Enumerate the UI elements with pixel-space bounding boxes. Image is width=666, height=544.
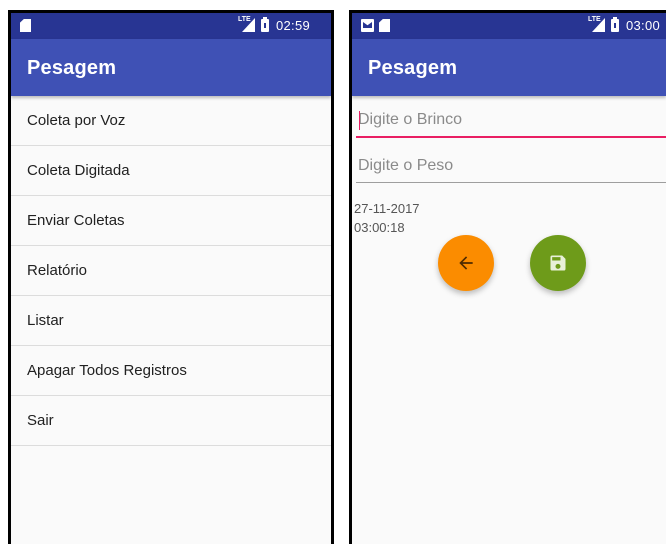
menu-item-coleta-por-voz[interactable]: Coleta por Voz [11, 96, 331, 146]
battery-icon [261, 17, 269, 32]
sd-card-icon [20, 19, 31, 32]
back-button[interactable] [438, 235, 494, 291]
menu-item-listar[interactable]: Listar [11, 296, 331, 346]
peso-field[interactable] [356, 152, 666, 183]
menu-item-label: Coleta por Voz [27, 112, 126, 129]
status-clock: 03:00 [626, 18, 661, 33]
menu-item-relatorio[interactable]: Relatório [11, 246, 331, 296]
brinco-input[interactable] [356, 106, 666, 134]
menu-item-label: Listar [27, 312, 64, 329]
status-bar: LTE 02:59 [11, 13, 331, 39]
status-bar: LTE 03:00 [352, 13, 666, 39]
network-type-label: LTE [238, 16, 251, 23]
text-cursor [359, 111, 360, 130]
battery-icon [611, 17, 619, 32]
arrow-left-icon [459, 256, 473, 270]
menu-item-enviar-coletas[interactable]: Enviar Coletas [11, 196, 331, 246]
app-title: Pesagem [27, 57, 117, 79]
menu-item-coleta-digitada[interactable]: Coleta Digitada [11, 146, 331, 196]
sd-card-icon [379, 19, 390, 32]
menu-list: Coleta por Voz Coleta Digitada Enviar Co… [11, 96, 331, 544]
network-type-label: LTE [588, 16, 601, 23]
menu-item-sair[interactable]: Sair [11, 396, 331, 446]
phone-screen-entry: LTE 03:00 Pesagem 27-11-2017 03:00:18 [349, 10, 666, 544]
app-bar: Pesagem [352, 39, 666, 96]
brinco-field[interactable] [356, 106, 666, 138]
menu-item-label: Enviar Coletas [27, 212, 125, 229]
entry-form: 27-11-2017 03:00:18 [352, 96, 666, 544]
app-bar: Pesagem [11, 39, 331, 96]
phone-screen-menu: LTE 02:59 Pesagem Coleta por Voz Coleta … [8, 10, 334, 544]
menu-item-label: Coleta Digitada [27, 162, 130, 179]
time-text: 03:00:18 [354, 220, 405, 235]
date-text: 27-11-2017 [354, 201, 420, 216]
status-clock: 02:59 [276, 18, 311, 33]
menu-item-apagar-todos-registros[interactable]: Apagar Todos Registros [11, 346, 331, 396]
save-button[interactable] [530, 235, 586, 291]
floppy-disk-icon [550, 255, 566, 271]
menu-item-label: Sair [27, 412, 54, 429]
mail-icon [361, 19, 374, 32]
app-title: Pesagem [368, 57, 458, 79]
menu-item-label: Apagar Todos Registros [27, 362, 187, 379]
peso-input[interactable] [356, 152, 666, 180]
menu-item-label: Relatório [27, 262, 88, 279]
